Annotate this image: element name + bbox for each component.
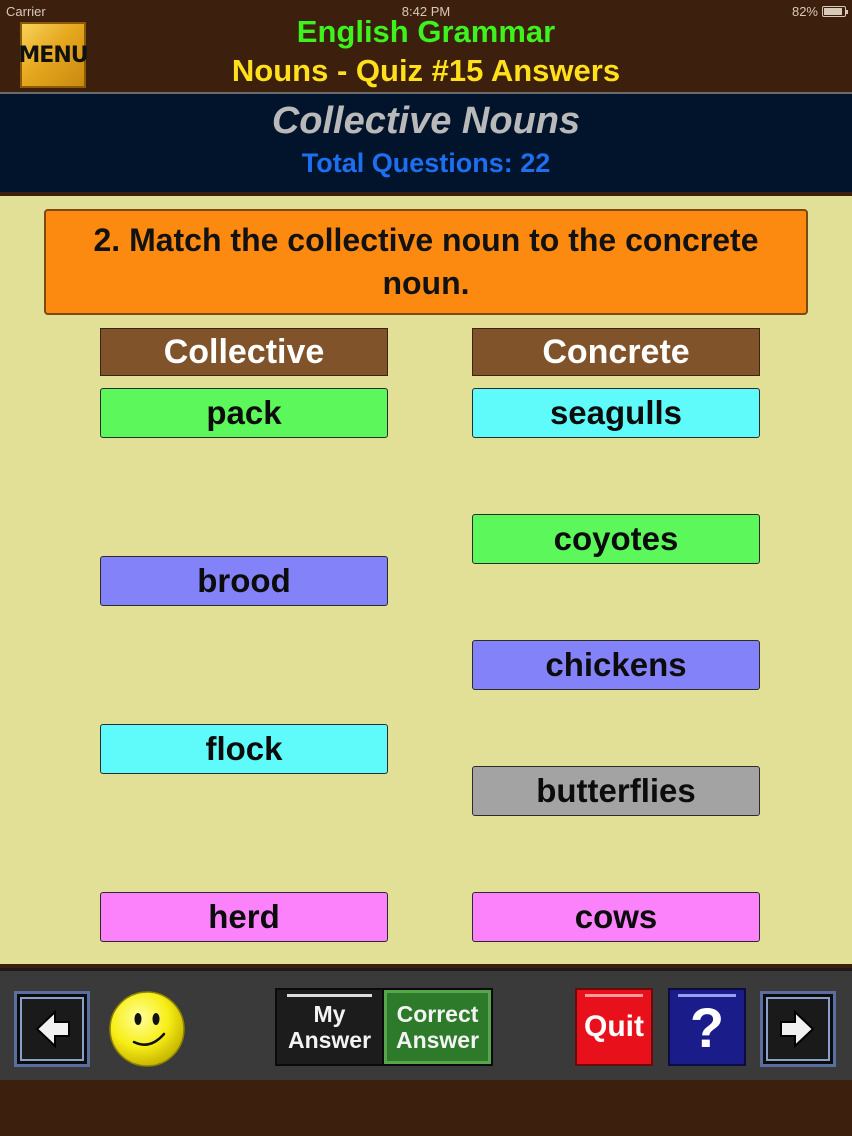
topic-bar: Collective Nouns Total Questions: 22	[0, 92, 852, 192]
concrete-column-header: Concrete	[472, 328, 760, 376]
concrete-item-chickens[interactable]: chickens	[472, 640, 760, 690]
concrete-item-cows[interactable]: cows	[472, 892, 760, 942]
my-answer-button[interactable]: My Answer	[277, 990, 384, 1064]
smiley-icon	[109, 991, 185, 1067]
header: MENU English Grammar Nouns - Quiz #15 An…	[0, 0, 852, 92]
collective-item-pack[interactable]: pack	[100, 388, 388, 438]
collective-item-brood[interactable]: brood	[100, 556, 388, 606]
left-arrow-icon	[35, 1009, 70, 1049]
collective-item-flock[interactable]: flock	[100, 724, 388, 774]
help-button[interactable]: ?	[668, 988, 746, 1066]
bottom-strip	[0, 1080, 852, 1136]
concrete-item-butterflies[interactable]: butterflies	[472, 766, 760, 816]
quiz-title: Nouns - Quiz #15 Answers	[231, 53, 621, 88]
right-arrow-icon	[780, 1009, 815, 1049]
total-questions: Total Questions: 22	[301, 148, 551, 178]
next-button[interactable]	[760, 991, 836, 1067]
previous-button[interactable]	[14, 991, 90, 1067]
topic-title: Collective Nouns	[271, 100, 581, 142]
answer-toggle: My Answer Correct Answer	[275, 988, 493, 1066]
quiz-area: 2. Match the collective noun to the conc…	[0, 196, 852, 964]
quit-button[interactable]: Quit	[575, 988, 653, 1066]
concrete-item-seagulls[interactable]: seagulls	[472, 388, 760, 438]
correct-answer-button[interactable]: Correct Answer	[384, 990, 491, 1064]
concrete-item-coyotes[interactable]: coyotes	[472, 514, 760, 564]
collective-column-header: Collective	[100, 328, 388, 376]
app-title: English Grammar	[296, 14, 556, 49]
collective-item-herd[interactable]: herd	[100, 892, 388, 942]
question-text: 2. Match the collective noun to the conc…	[44, 209, 808, 315]
